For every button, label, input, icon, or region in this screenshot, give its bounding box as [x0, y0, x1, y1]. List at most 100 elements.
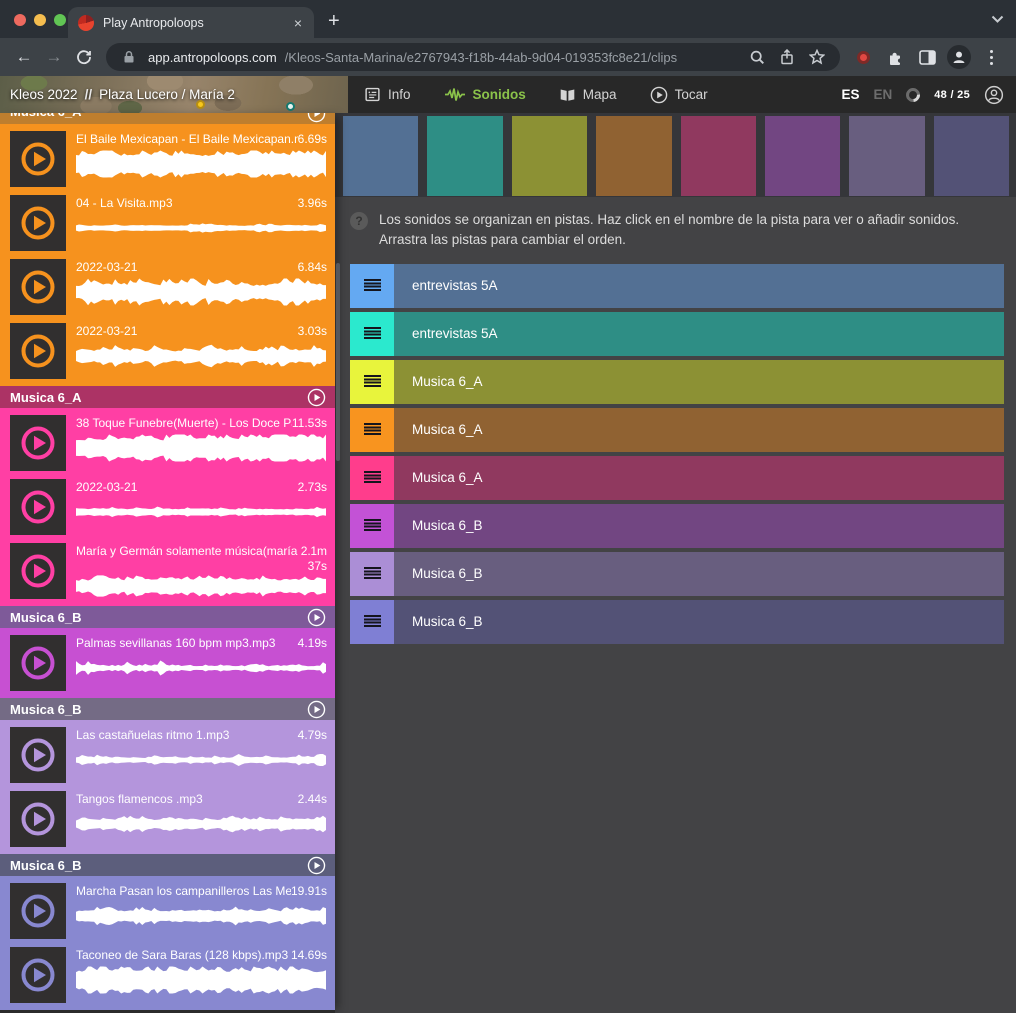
clip-play-button[interactable] [10, 415, 66, 471]
track-label[interactable]: entrevistas 5A [412, 326, 498, 341]
track-label[interactable]: Musica 6_B [412, 566, 483, 581]
tab-close-icon[interactable]: × [292, 15, 304, 31]
clip-group-header[interactable]: Musica 6_B [0, 698, 335, 720]
play-group-icon[interactable] [307, 608, 326, 627]
play-group-icon[interactable] [307, 388, 326, 407]
clip-group-header[interactable]: Musica 6_B [0, 854, 335, 876]
screen-record-extension-icon[interactable] [848, 42, 878, 72]
share-icon[interactable] [776, 49, 798, 65]
track-row[interactable]: Musica 6_A [350, 456, 1004, 500]
drag-handle[interactable] [350, 456, 394, 500]
track-swatch[interactable] [512, 116, 587, 196]
back-button[interactable]: ← [10, 43, 38, 71]
track-swatch[interactable] [343, 116, 418, 196]
clip-play-button[interactable] [10, 883, 66, 939]
clip-play-button[interactable] [10, 131, 66, 187]
track-swatch[interactable] [596, 116, 671, 196]
waveform[interactable] [76, 150, 327, 178]
zoom-icon[interactable] [746, 50, 768, 65]
clip-name: Taconeo de Sara Baras (128 kbps).mp3 [76, 948, 291, 962]
clip-play-button[interactable] [10, 323, 66, 379]
waveform[interactable] [76, 434, 327, 462]
waveform[interactable] [76, 342, 327, 370]
window-minimize-button[interactable] [34, 14, 46, 26]
track-row[interactable]: Musica 6_A [350, 360, 1004, 404]
track-row[interactable]: entrevistas 5A [350, 312, 1004, 356]
clip-item: 38 Toque Funebre(Muerte) - Los Doce Par.… [0, 412, 335, 474]
waveform[interactable] [76, 902, 327, 930]
sidebar-scrollbar[interactable] [336, 263, 340, 461]
track-row[interactable]: Musica 6_B [350, 600, 1004, 644]
nav-info[interactable]: Info [364, 86, 411, 103]
drag-handle[interactable] [350, 408, 394, 452]
drag-handle[interactable] [350, 264, 394, 308]
lang-en-button[interactable]: EN [873, 87, 892, 102]
track-label[interactable]: Musica 6_B [412, 614, 483, 629]
nav-mapa[interactable]: Mapa [559, 87, 617, 103]
play-group-icon[interactable] [307, 856, 326, 875]
clip-play-button[interactable] [10, 947, 66, 1003]
waveform[interactable] [76, 654, 327, 682]
new-tab-button[interactable]: + [328, 11, 340, 31]
extensions-puzzle-icon[interactable] [880, 42, 910, 72]
track-label[interactable]: entrevistas 5A [412, 278, 498, 293]
track-label[interactable]: Musica 6_A [412, 374, 483, 389]
track-row[interactable]: Musica 6_B [350, 552, 1004, 596]
track-swatch[interactable] [681, 116, 756, 196]
clip-play-button[interactable] [10, 195, 66, 251]
breadcrumb-project[interactable]: Kleos 2022 [10, 87, 78, 102]
drag-handle[interactable] [350, 312, 394, 356]
track-label[interactable]: Musica 6_B [412, 518, 483, 533]
clip-group-header[interactable]: Musica 6_A [0, 386, 335, 408]
track-row[interactable]: Musica 6_A [350, 408, 1004, 452]
track-swatch[interactable] [849, 116, 924, 196]
lang-es-button[interactable]: ES [841, 87, 859, 102]
loading-spinner-icon [903, 85, 923, 105]
waveform[interactable] [76, 278, 327, 306]
profile-avatar-icon[interactable] [944, 42, 974, 72]
waveform[interactable] [76, 810, 327, 838]
waveform[interactable] [76, 746, 327, 774]
side-panel-icon[interactable] [912, 42, 942, 72]
track-swatch[interactable] [427, 116, 502, 196]
track-row[interactable]: entrevistas 5A [350, 264, 1004, 308]
clip-item: El Baile Mexicapan - El Baile Mexicapan.… [0, 128, 335, 190]
drag-handle[interactable] [350, 360, 394, 404]
account-icon[interactable] [984, 85, 1004, 105]
clip-group-header[interactable]: Musica 6_B [0, 606, 335, 628]
clip-play-button[interactable] [10, 727, 66, 783]
window-close-button[interactable] [14, 14, 26, 26]
track-swatch[interactable] [765, 116, 840, 196]
waveform[interactable] [76, 575, 327, 597]
browser-tab[interactable]: Play Antropoloops × [68, 7, 314, 38]
drag-handle-icon [364, 327, 381, 340]
clip-play-button[interactable] [10, 791, 66, 847]
clip-play-button[interactable] [10, 543, 66, 599]
reload-button[interactable] [70, 43, 98, 71]
forward-button[interactable]: → [40, 43, 68, 71]
clip-play-button[interactable] [10, 479, 66, 535]
map-breadcrumb[interactable]: Kleos 2022 // Plaza Lucero / María 2 [0, 76, 348, 113]
play-group-icon[interactable] [307, 113, 326, 123]
waveform[interactable] [76, 966, 327, 994]
nav-sonidos[interactable]: Sonidos [444, 87, 526, 102]
drag-handle[interactable] [350, 600, 394, 644]
track-label[interactable]: Musica 6_A [412, 422, 483, 437]
track-swatch[interactable] [934, 116, 1009, 196]
window-zoom-button[interactable] [54, 14, 66, 26]
browser-menu-kebab-icon[interactable] [976, 42, 1006, 72]
clip-play-button[interactable] [10, 635, 66, 691]
clip-play-button[interactable] [10, 259, 66, 315]
bookmark-star-icon[interactable] [806, 49, 828, 65]
waveform[interactable] [76, 214, 327, 242]
waveform[interactable] [76, 498, 327, 526]
track-label[interactable]: Musica 6_A [412, 470, 483, 485]
tab-search-chevron-icon[interactable] [991, 15, 1004, 23]
url-bar[interactable]: app.antropoloops.com /Kleos-Santa-Marina… [106, 43, 840, 71]
drag-handle[interactable] [350, 504, 394, 548]
clip-group-header[interactable]: Musica 6_A [0, 113, 335, 124]
track-row[interactable]: Musica 6_B [350, 504, 1004, 548]
drag-handle[interactable] [350, 552, 394, 596]
play-group-icon[interactable] [307, 700, 326, 719]
nav-tocar[interactable]: Tocar [650, 86, 708, 104]
